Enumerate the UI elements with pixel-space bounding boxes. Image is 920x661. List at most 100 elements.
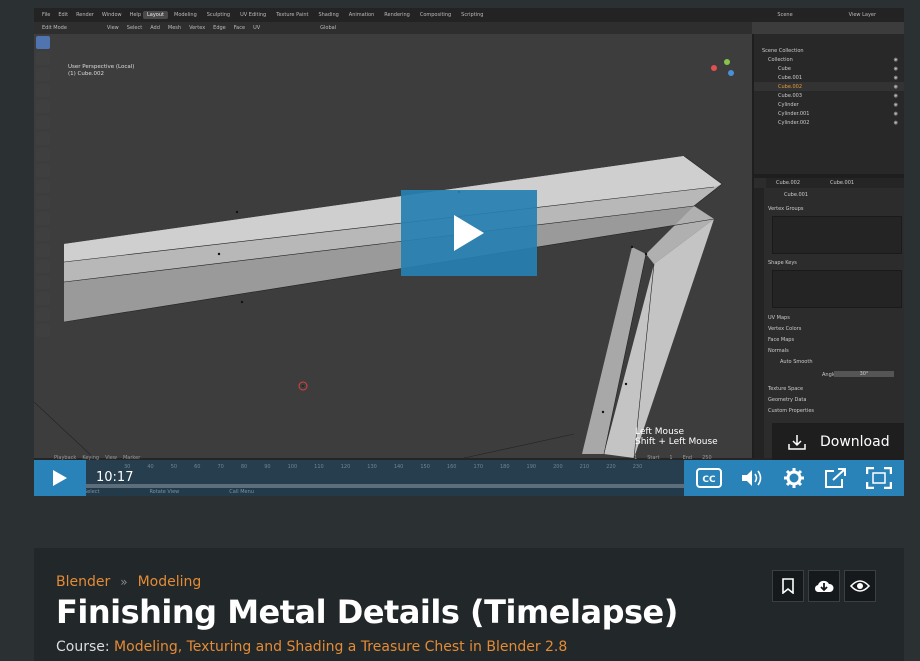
panel-vertex-colors: Vertex Colors xyxy=(768,326,802,332)
rip-tool-icon xyxy=(36,324,50,337)
smooth-tool-icon xyxy=(36,276,50,289)
header-item: Mesh xyxy=(167,25,182,31)
share-button[interactable] xyxy=(821,463,851,493)
menu-help: Help xyxy=(129,12,141,18)
panel-texture-space: Texture Space xyxy=(768,386,804,392)
annotate-tool-icon xyxy=(36,132,50,145)
volume-button[interactable] xyxy=(737,463,767,493)
workspace-tab: UV Editing xyxy=(240,12,267,18)
spin-tool-icon xyxy=(36,260,50,273)
video-player[interactable]: File Edit Render Window Help Layout Mode… xyxy=(34,8,904,496)
breadcrumb-link[interactable]: Blender xyxy=(56,574,110,590)
angle-field: 30° xyxy=(834,371,894,377)
loopcut-tool-icon xyxy=(36,212,50,225)
captions-button[interactable]: CC xyxy=(694,463,724,493)
toolbar xyxy=(36,36,52,366)
polybuild-tool-icon xyxy=(36,244,50,257)
knife-tool-icon xyxy=(36,228,50,241)
play-button[interactable] xyxy=(34,460,86,496)
eye-icon: ◉ xyxy=(893,65,898,72)
download-button[interactable]: Download xyxy=(772,423,904,460)
progress-area[interactable]: 10:17 xyxy=(86,460,684,496)
gear-icon xyxy=(783,468,804,488)
outliner-collection: Collection ◉ xyxy=(754,55,904,64)
menu-window: Window xyxy=(101,12,122,18)
breadcrumb-link[interactable]: Modeling xyxy=(138,574,202,590)
outliner-item-label: Cube xyxy=(778,65,791,72)
course-line: Course: Modeling, Texturing and Shading … xyxy=(56,639,567,655)
bookmark-button[interactable] xyxy=(772,570,804,602)
outliner-item: Cylinder.002 ◉ xyxy=(754,118,904,127)
move-tool-icon xyxy=(36,68,50,81)
breadcrumb: Blender » Modeling xyxy=(56,574,201,590)
scene-name: Scene xyxy=(777,12,793,18)
panel-geometry-data: Geometry Data xyxy=(768,397,807,403)
mesh-drawing xyxy=(34,59,734,459)
inset-tool-icon xyxy=(36,180,50,193)
download-label: Download xyxy=(820,433,890,450)
transform-tool-icon xyxy=(36,116,50,129)
properties-object: Cube.002 xyxy=(776,180,801,186)
header-item: Add xyxy=(150,25,160,31)
eye-icon xyxy=(850,580,870,592)
workspace-tab: Compositing xyxy=(419,12,452,18)
big-play-button[interactable] xyxy=(401,190,537,276)
key-hint-line: Left Mouse xyxy=(635,427,684,437)
eye-icon: ◉ xyxy=(893,83,898,90)
outliner-item: Cube.003 ◉ xyxy=(754,91,904,100)
eye-icon: ◉ xyxy=(893,110,898,117)
workspace-tab: Shading xyxy=(318,12,339,18)
bookmark-icon xyxy=(782,578,794,594)
player-controls: 10:17 CC xyxy=(34,460,904,496)
vertex-groups-list xyxy=(772,216,902,254)
panel-face-maps: Face Maps xyxy=(768,337,795,343)
viewport-header: Edit Mode View Select Add Mesh Vertex Ed… xyxy=(34,22,752,34)
viewport-perspective-label: User Perspective (Local) xyxy=(68,64,135,70)
header-item: Select xyxy=(126,25,143,31)
eye-icon: ◉ xyxy=(893,74,898,81)
viewport-object-label: (1) Cube.002 xyxy=(68,71,104,77)
share-icon xyxy=(825,468,847,488)
orientation-select: Global xyxy=(320,25,337,31)
watch-button[interactable] xyxy=(844,570,876,602)
course-link[interactable]: Modeling, Texturing and Shading a Treasu… xyxy=(114,639,567,655)
current-time: 10:17 xyxy=(96,470,134,485)
workspace-tab: Texture Paint xyxy=(276,12,309,18)
workspace-tab: Rendering xyxy=(384,12,410,18)
properties-header: Cube.002 Cube.001 xyxy=(766,178,904,188)
panel-shape-keys: Shape Keys xyxy=(768,260,797,266)
outliner-item-label: Cube.003 xyxy=(778,92,803,99)
panel-normals: Normals xyxy=(768,348,789,354)
cloud-download-button[interactable] xyxy=(808,570,840,602)
settings-button[interactable] xyxy=(779,463,809,493)
rotate-tool-icon xyxy=(36,84,50,97)
svg-text:CC: CC xyxy=(703,475,717,485)
header-item: UV xyxy=(253,25,261,31)
lesson-actions xyxy=(772,570,876,602)
cloud-download-icon xyxy=(814,580,834,593)
outliner-item: Cylinder.001 ◉ xyxy=(754,109,904,118)
outliner-item: Cylinder ◉ xyxy=(754,100,904,109)
shape-keys-list xyxy=(772,270,902,308)
outliner-item-label: Cylinder.001 xyxy=(778,110,810,117)
outliner-item: Cube ◉ xyxy=(754,64,904,73)
auto-smooth-checkbox: Auto Smooth xyxy=(780,359,813,365)
outliner-root: Scene Collection xyxy=(762,47,804,54)
outliner-item-selected: Cube.002 ◉ xyxy=(754,82,904,91)
outliner: Scene Collection Collection ◉ Cube ◉ Cube.… xyxy=(752,34,904,174)
workspace-tab: Sculpting xyxy=(206,12,231,18)
scrub-bar[interactable] xyxy=(86,484,684,488)
panel-uv-maps: UV Maps xyxy=(768,315,790,321)
header-item: Vertex xyxy=(189,25,206,31)
cc-icon: CC xyxy=(696,468,723,488)
page-title: Finishing Metal Details (Timelapse) xyxy=(56,593,678,631)
key-hint-line: Shift + Left Mouse xyxy=(635,437,718,447)
outliner-item: Cube.001 ◉ xyxy=(754,73,904,82)
panel-custom-properties: Custom Properties xyxy=(768,408,815,414)
course-label: Course: xyxy=(56,639,110,655)
player-right-controls: CC xyxy=(684,460,904,496)
menu-edit: Edit xyxy=(58,12,69,18)
fullscreen-button[interactable] xyxy=(864,463,894,493)
eye-icon: ◉ xyxy=(893,101,898,108)
properties-tabs xyxy=(754,188,764,458)
